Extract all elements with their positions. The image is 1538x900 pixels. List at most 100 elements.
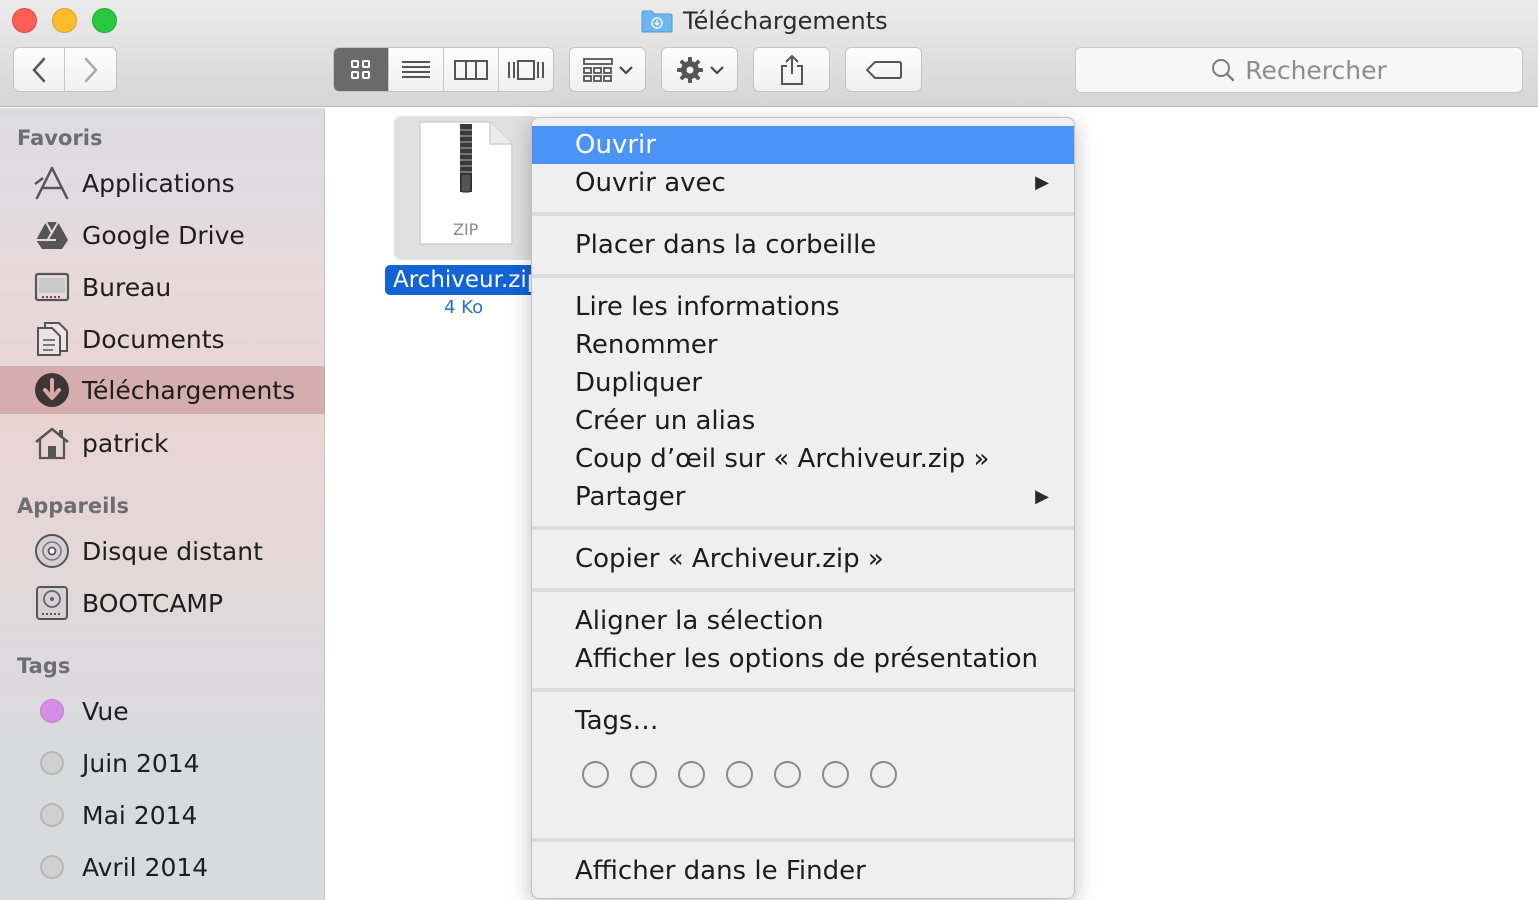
menu-item-label: Coup d’œil sur « Archiveur.zip » (575, 444, 990, 474)
list-view-button[interactable] (389, 48, 444, 91)
file-name-label[interactable]: Archiveur.zip (385, 265, 540, 295)
sidebar-item-label: Téléchargements (82, 375, 296, 405)
tag-color-dot-icon (33, 692, 71, 730)
menu-item-label: Afficher les options de présentation (575, 644, 1039, 674)
sidebar-tag-vue[interactable]: Vue (0, 687, 325, 735)
menu-item-ouvrir-avec[interactable]: Ouvrir avec ▶ (532, 164, 1074, 202)
tag-color-option-3[interactable] (678, 761, 705, 788)
sidebar-item-label: patrick (82, 428, 169, 458)
context-menu: Ouvrir Ouvrir avec ▶ Placer dans la corbe… (531, 117, 1075, 899)
file-icon-archiveur-zip[interactable]: ZIP (394, 116, 539, 260)
sidebar-item-label: Applications (82, 168, 235, 198)
window-title-text: Téléchargements (683, 7, 888, 35)
forward-button[interactable] (65, 48, 116, 91)
tag-color-option-5[interactable] (774, 761, 801, 788)
menu-separator (532, 212, 1074, 216)
downloads-icon (33, 371, 71, 409)
sidebar-item-label: Juin 2014 (82, 748, 200, 778)
close-window-button[interactable] (12, 8, 37, 33)
view-mode-segmented-control (333, 47, 554, 92)
chevron-down-icon (709, 65, 724, 75)
menu-item-label: Tags… (575, 706, 659, 736)
sidebar-tag-avril-2014[interactable]: Avril 2014 (0, 843, 325, 891)
sidebar-item-label: Documents (82, 324, 225, 354)
minimize-window-button[interactable] (52, 8, 77, 33)
menu-item-placer-dans-la-corbeille[interactable]: Placer dans la corbeille (532, 226, 1074, 264)
menu-separator (532, 838, 1074, 842)
menu-separator (532, 274, 1074, 278)
menu-item-dupliquer[interactable]: Dupliquer (532, 364, 1074, 402)
drive-icon (33, 584, 71, 622)
menu-item-label: Placer dans la corbeille (575, 230, 877, 260)
share-button[interactable] (753, 47, 830, 92)
sidebar-tag-juin-2014[interactable]: Juin 2014 (0, 739, 325, 787)
sidebar-item-disque-distant[interactable]: Disque distant (0, 527, 325, 575)
sidebar-item-documents[interactable]: Documents (0, 315, 325, 363)
sidebar-item-patrick[interactable]: patrick (0, 419, 325, 467)
menu-item-afficher-dans-le-finder[interactable]: Afficher dans le Finder (532, 852, 1074, 890)
cover-flow-view-button[interactable] (499, 48, 553, 91)
sidebar-tag-mai-2014[interactable]: Mai 2014 (0, 791, 325, 839)
icon-view-icon (351, 59, 370, 79)
remote-disc-icon (33, 532, 71, 570)
tag-color-option-6[interactable] (822, 761, 849, 788)
desktop-icon (33, 268, 71, 306)
applications-icon (33, 164, 71, 202)
sidebar-item-bootcamp[interactable]: BOOTCAMP (0, 579, 325, 627)
icon-view-button[interactable] (334, 48, 389, 91)
sidebar: Favoris Applications Google Drive Bureau… (0, 108, 325, 900)
back-button[interactable] (14, 48, 66, 91)
menu-item-renommer[interactable]: Renommer (532, 326, 1074, 364)
menu-item-tags[interactable]: Tags… (532, 702, 1074, 740)
search-placeholder: Rechercher (1245, 55, 1387, 85)
tag-color-option-1[interactable] (582, 761, 609, 788)
tag-color-option-7[interactable] (870, 761, 897, 788)
sidebar-item-bureau[interactable]: Bureau (0, 263, 325, 311)
submenu-arrow-icon: ▶ (1035, 172, 1049, 193)
tag-color-option-2[interactable] (630, 761, 657, 788)
menu-item-coup-d-oeil[interactable]: Coup d’œil sur « Archiveur.zip » (532, 440, 1074, 478)
window-toolbar: Téléchargements Rechercher (0, 0, 1538, 107)
navigation-buttons (13, 47, 117, 92)
downloads-folder-icon (641, 9, 673, 33)
search-field[interactable]: Rechercher (1075, 47, 1523, 93)
menu-item-label: Copier « Archiveur.zip » (575, 544, 884, 574)
menu-item-label: Ouvrir avec (575, 168, 726, 198)
action-button[interactable] (661, 47, 738, 92)
arrange-button[interactable] (569, 47, 646, 92)
tag-color-dot-icon (33, 848, 71, 886)
menu-item-copier[interactable]: Copier « Archiveur.zip » (532, 540, 1074, 578)
submenu-arrow-icon: ▶ (1035, 486, 1049, 507)
sidebar-item-label: Disque distant (82, 536, 263, 566)
chevron-right-icon (84, 57, 98, 82)
zoom-window-button[interactable] (92, 8, 117, 33)
list-view-icon (402, 60, 430, 78)
column-view-icon (454, 59, 488, 80)
menu-item-partager[interactable]: Partager ▶ (532, 478, 1074, 516)
sidebar-item-telechargements[interactable]: Téléchargements (0, 366, 325, 414)
chevron-down-icon (618, 65, 633, 75)
edit-tags-button[interactable] (845, 47, 922, 92)
menu-item-creer-un-alias[interactable]: Créer un alias (532, 402, 1074, 440)
file-size-label: 4 Ko (444, 297, 484, 318)
sidebar-item-google-drive[interactable]: Google Drive (0, 211, 325, 259)
menu-item-afficher-les-options[interactable]: Afficher les options de présentation (532, 640, 1074, 678)
column-view-button[interactable] (444, 48, 499, 91)
chevron-left-icon (32, 57, 46, 82)
sidebar-item-label: Mai 2014 (82, 800, 198, 830)
share-icon (780, 54, 803, 85)
menu-item-label: Créer un alias (575, 406, 756, 436)
menu-item-label: Dupliquer (575, 368, 703, 398)
menu-item-ouvrir[interactable]: Ouvrir (532, 126, 1074, 164)
menu-item-label: Partager (575, 482, 686, 512)
sidebar-heading-favorites: Favoris (17, 126, 103, 150)
sidebar-item-applications[interactable]: Applications (0, 159, 325, 207)
menu-item-aligner-la-selection[interactable]: Aligner la sélection (532, 602, 1074, 640)
home-icon (33, 424, 71, 462)
menu-separator (532, 526, 1074, 530)
gear-icon (676, 56, 703, 83)
tag-color-option-4[interactable] (726, 761, 753, 788)
menu-item-lire-les-informations[interactable]: Lire les informations (532, 288, 1074, 326)
file-type-label: ZIP (453, 220, 479, 239)
tag-color-dot-icon (33, 796, 71, 834)
